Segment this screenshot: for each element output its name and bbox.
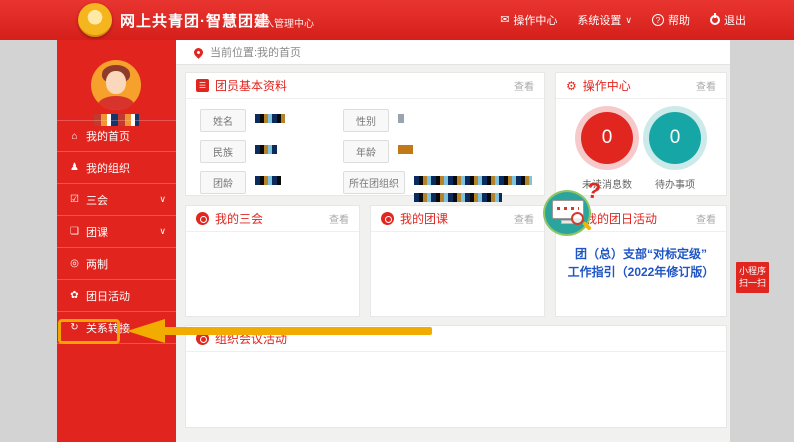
- field-label-age: 年龄: [343, 140, 389, 163]
- sidebar-item-label: 三会: [86, 192, 108, 208]
- sidebar-item-label: 我的组织: [86, 160, 130, 176]
- view-league-day-link[interactable]: 查看: [696, 211, 716, 226]
- sidebar-item-label: 团日活动: [86, 288, 130, 304]
- field-label-league-age: 团龄: [200, 171, 246, 194]
- field-value-name-redacted: [255, 114, 285, 123]
- view-member-info-link[interactable]: 查看: [514, 78, 534, 93]
- field-label-ethnicity: 民族: [200, 140, 246, 163]
- sidebar-item-my-home[interactable]: ⌂ 我的首页: [57, 120, 176, 152]
- sidebar-item-label: 两制: [86, 256, 108, 272]
- mini-program-scan-badge[interactable]: 小程序 扫一扫: [736, 262, 769, 293]
- users-icon: ♟: [68, 162, 81, 173]
- app-window: 网上共青团·智慧团建 进入管理中心 ✉ 操作中心 系统设置 ∨ ? 帮助 退出: [0, 0, 794, 442]
- chevron-down-icon: ∨: [159, 226, 166, 237]
- sidebar-item-label: 团课: [86, 224, 108, 240]
- chevron-down-icon: ∨: [159, 194, 166, 205]
- gear-icon: ⚙: [566, 80, 577, 92]
- location-pin-icon: [192, 46, 205, 59]
- checkbox-icon: ☑: [68, 194, 81, 205]
- league-class-icon: [381, 212, 394, 225]
- grading-guide-document-link[interactable]: 团（总）支部“对标定级” 工作指引（2022年修订版）: [556, 245, 726, 281]
- sidebar-item-three-meetings[interactable]: ☑ 三会 ∨: [57, 184, 176, 216]
- member-fields: 姓名 民族 团龄 性别: [186, 99, 544, 202]
- sidebar: ⌂ 我的首页 ♟ 我的组织 ☑ 三会 ∨ ❏ 团课 ∨ ◎ 两制 ✿: [57, 40, 176, 442]
- field-label-name: 姓名: [200, 109, 246, 132]
- todo-items-count: 0: [649, 112, 701, 164]
- field-value-age-redacted: [398, 145, 413, 154]
- enter-admin-link[interactable]: 进入管理中心: [254, 15, 314, 30]
- header-menu: ✉ 操作中心 系统设置 ∨ ? 帮助 退出: [500, 0, 746, 40]
- sidebar-item-my-organization[interactable]: ♟ 我的组织: [57, 152, 176, 184]
- power-icon: [710, 15, 720, 25]
- question-mark: ?: [585, 177, 603, 205]
- field-value-league-age-redacted: [255, 176, 281, 185]
- view-operation-center-link[interactable]: 查看: [696, 78, 716, 93]
- envelope-icon: ✉: [500, 15, 509, 26]
- menu-logout[interactable]: 退出: [710, 12, 746, 28]
- menu-operation-center[interactable]: ✉ 操作中心: [500, 12, 557, 28]
- my-meetings-card: 我的三会 查看: [185, 205, 360, 317]
- member-info-card: ☰ 团员基本资料 查看 姓名 民族 团龄: [185, 72, 545, 196]
- id-card-icon: ☰: [196, 79, 209, 92]
- menu-system-settings-label: 系统设置: [577, 12, 621, 28]
- field-value-ethnicity-redacted: [255, 145, 277, 154]
- left-gutter: [0, 40, 57, 442]
- field-label-gender: 性别: [343, 109, 389, 132]
- menu-operation-center-label: 操作中心: [513, 12, 557, 28]
- card-title: 团员基本资料: [215, 77, 287, 94]
- org-meeting-activities-card: 组织会议活动: [185, 325, 727, 428]
- right-gutter: [730, 40, 794, 442]
- breadcrumb-text: 当前位置:我的首页: [210, 44, 301, 60]
- view-meetings-link[interactable]: 查看: [329, 211, 349, 226]
- main-content: 当前位置:我的首页 ☰ 团员基本资料 查看 姓名 民族: [176, 40, 730, 442]
- sidebar-item-league-day-activity[interactable]: ✿ 团日活动: [57, 280, 176, 312]
- help-tip-illustration: ?: [543, 188, 603, 240]
- chevron-down-icon: ∨: [625, 15, 632, 26]
- help-icon: ?: [652, 14, 664, 26]
- menu-help[interactable]: ? 帮助: [652, 12, 690, 28]
- todo-items-label: 待办事项: [655, 176, 695, 191]
- sidebar-item-label: 我的首页: [86, 128, 130, 144]
- breadcrumb: 当前位置:我的首页: [176, 40, 730, 65]
- top-header: 网上共青团·智慧团建 进入管理中心 ✉ 操作中心 系统设置 ∨ ? 帮助 退出: [0, 0, 794, 40]
- operation-stats: 0 未读消息数 0 待办事项: [556, 99, 726, 191]
- view-league-class-link[interactable]: 查看: [514, 211, 534, 226]
- menu-logout-label: 退出: [724, 12, 746, 28]
- highlight-box-annotation: [58, 319, 120, 344]
- app-title: 网上共青团·智慧团建: [120, 10, 270, 31]
- league-emblem-logo: [78, 3, 112, 37]
- menu-system-settings[interactable]: 系统设置 ∨: [577, 12, 632, 28]
- card-title: 我的团课: [400, 210, 448, 227]
- arrow-annotation-body: [163, 327, 432, 335]
- arrow-annotation-head: [127, 319, 165, 343]
- folder-icon: ❏: [68, 226, 81, 237]
- field-label-organization: 所在团组织: [343, 171, 405, 194]
- unread-messages-count: 0: [581, 112, 633, 164]
- avatar: [91, 60, 141, 110]
- card-title: 我的三会: [215, 210, 263, 227]
- operation-center-card: ⚙ 操作中心 查看 0 未读消息数 0 待办事项: [555, 72, 727, 196]
- menu-help-label: 帮助: [668, 12, 690, 28]
- my-league-class-card: 我的团课 查看: [370, 205, 545, 317]
- home-icon: ⌂: [68, 131, 81, 142]
- sidebar-item-two-systems[interactable]: ◎ 两制: [57, 248, 176, 280]
- flower-icon: ✿: [68, 290, 81, 301]
- sidebar-nav: ⌂ 我的首页 ♟ 我的组织 ☑ 三会 ∨ ❏ 团课 ∨ ◎ 两制 ✿: [57, 120, 176, 344]
- meetings-icon: [196, 212, 209, 225]
- field-value-gender-redacted: [398, 114, 404, 123]
- field-value-organization-redacted: [414, 171, 532, 202]
- sidebar-item-league-class[interactable]: ❏ 团课 ∨: [57, 216, 176, 248]
- target-icon: ◎: [68, 258, 81, 269]
- card-title: 操作中心: [583, 77, 631, 94]
